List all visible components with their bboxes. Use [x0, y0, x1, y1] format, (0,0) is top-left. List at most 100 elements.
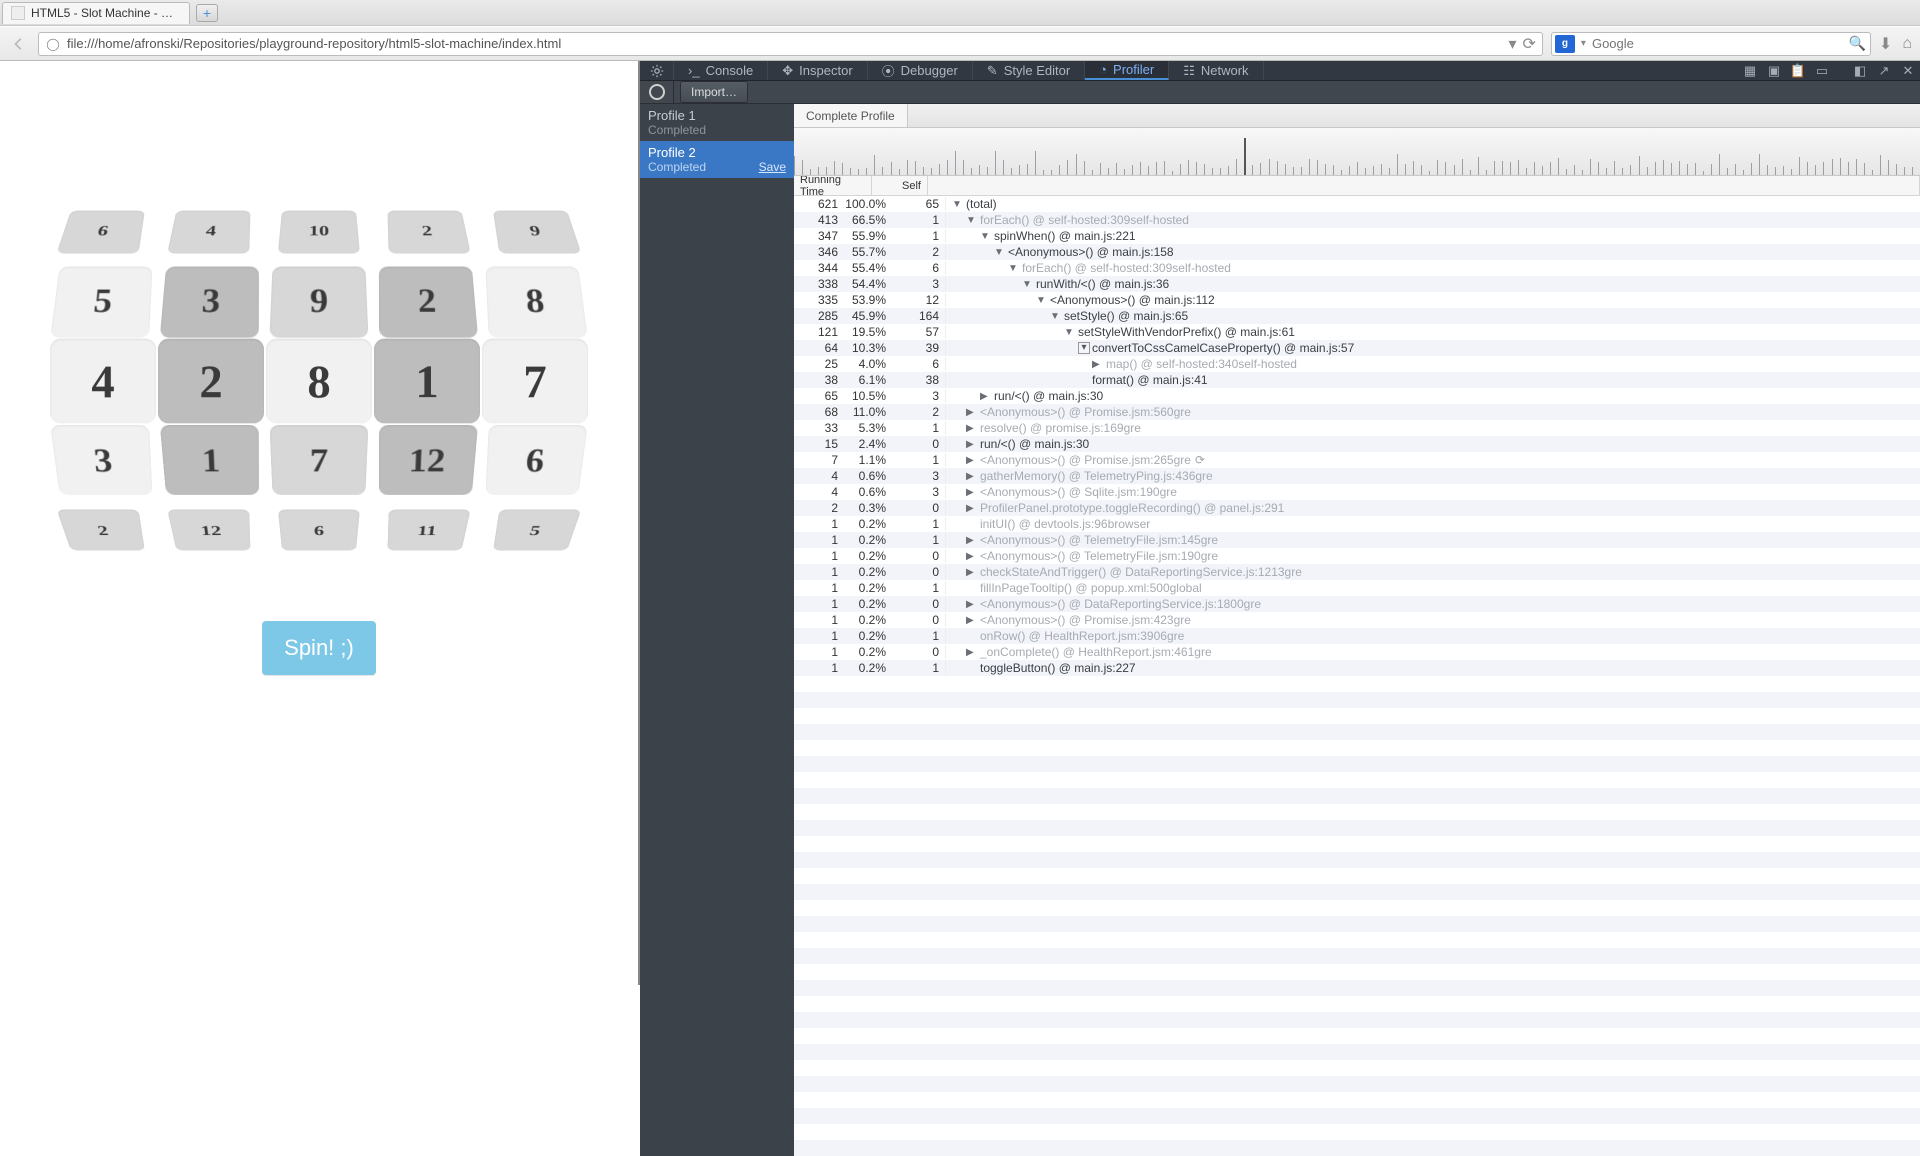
record-button[interactable]: [640, 81, 674, 103]
dock-side-icon[interactable]: ◧: [1848, 61, 1872, 80]
expand-toggle-icon[interactable]: ▼: [1036, 295, 1048, 306]
expand-toggle-icon[interactable]: ▶: [966, 599, 978, 610]
tree-row[interactable]: 10.2%1initUI() @ devtools.js:96 browser: [794, 516, 1920, 532]
expand-toggle-icon[interactable]: ▼: [1022, 279, 1034, 290]
tree-row[interactable]: 34455.4%6▼forEach() @ self-hosted:309 se…: [794, 260, 1920, 276]
expand-toggle-icon[interactable]: ▶: [966, 423, 978, 434]
import-button[interactable]: Import…: [680, 81, 748, 103]
tree-row[interactable]: 34655.7%2▼<Anonymous>() @ main.js:158: [794, 244, 1920, 260]
tree-row[interactable]: 33553.9%12▼<Anonymous>() @ main.js:112: [794, 292, 1920, 308]
url-input[interactable]: [67, 36, 1502, 51]
expand-toggle-icon[interactable]: ▼: [1008, 263, 1020, 274]
tree-row[interactable]: 40.6%3▶<Anonymous>() @ Sqlite.jsm:190 gr…: [794, 484, 1920, 500]
expand-toggle-icon[interactable]: ▼: [966, 215, 978, 226]
expand-toggle-icon[interactable]: ▼: [952, 199, 964, 210]
box-model-icon[interactable]: ▣: [1762, 61, 1786, 80]
tree-row[interactable]: 28545.9%164▼setStyle() @ main.js:65: [794, 308, 1920, 324]
expand-toggle-icon[interactable]: ▼: [980, 231, 992, 242]
slot-card: 7: [482, 339, 588, 424]
reload-icon[interactable]: ⟳: [1523, 34, 1536, 54]
expand-toggle-icon[interactable]: ▶: [966, 551, 978, 562]
tree-row[interactable]: 6811.0%2▶<Anonymous>() @ Promise.jsm:560…: [794, 404, 1920, 420]
tree-row[interactable]: 10.2%0▶_onComplete() @ HealthReport.jsm:…: [794, 644, 1920, 660]
expand-toggle-icon[interactable]: ▶: [966, 615, 978, 626]
expand-toggle-icon[interactable]: ▶: [966, 439, 978, 450]
breadcrumb-item[interactable]: Complete Profile: [794, 104, 908, 127]
download-icon[interactable]: ⬇: [1879, 34, 1892, 54]
home-icon[interactable]: ⌂: [1902, 35, 1912, 53]
tree-row[interactable]: 335.3%1▶resolve() @ promise.js:169 gre: [794, 420, 1920, 436]
tree-row[interactable]: 10.2%0▶<Anonymous>() @ TelemetryFile.jsm…: [794, 548, 1920, 564]
devtools-tab-debugger[interactable]: ⦿Debugger: [868, 61, 973, 80]
tree-row[interactable]: 6410.3%39▾convertToCssCamelCaseProperty(…: [794, 340, 1920, 356]
expand-toggle-icon[interactable]: ▶: [966, 471, 978, 482]
new-tab-button[interactable]: +: [196, 4, 218, 22]
expand-toggle-icon[interactable]: ▶: [966, 503, 978, 514]
call-tree[interactable]: 621100.0%65▼(total)41366.5%1▼forEach() @…: [794, 196, 1920, 1156]
timeline-marker[interactable]: [1244, 138, 1246, 175]
save-profile-link[interactable]: Save: [759, 160, 786, 174]
reload-icon[interactable]: ⟳: [1195, 453, 1205, 467]
expand-toggle-icon[interactable]: ▼: [1064, 327, 1076, 338]
expand-toggle-icon[interactable]: ▶: [980, 391, 992, 402]
expand-toggle-icon[interactable]: ▼: [1050, 311, 1062, 322]
tree-row[interactable]: 41366.5%1▼forEach() @ self-hosted:309 se…: [794, 212, 1920, 228]
tree-row[interactable]: 152.4%0▶run/<() @ main.js:30: [794, 436, 1920, 452]
tree-row[interactable]: 254.0%6▶map() @ self-hosted:340 self-hos…: [794, 356, 1920, 372]
devtools-settings-button[interactable]: [640, 61, 674, 80]
expand-toggle-icon[interactable]: ▶: [966, 407, 978, 418]
dropdown-icon[interactable]: ▾: [1508, 34, 1516, 54]
tree-row[interactable]: 10.2%1toggleButton() @ main.js:227: [794, 660, 1920, 676]
expand-toggle-icon[interactable]: ▶: [966, 647, 978, 658]
tree-row[interactable]: 621100.0%65▼(total): [794, 196, 1920, 212]
source-label: self-hosted: [1238, 357, 1297, 371]
tree-row[interactable]: 10.2%0▶<Anonymous>() @ Promise.jsm:423 g…: [794, 612, 1920, 628]
tree-row[interactable]: 33854.4%3▼runWith/<() @ main.js:36: [794, 276, 1920, 292]
spin-button[interactable]: Spin! ;): [262, 621, 376, 675]
expand-toggle-icon[interactable]: ▶: [1092, 359, 1104, 370]
tree-row[interactable]: 40.6%3▶gatherMemory() @ TelemetryPing.js…: [794, 468, 1920, 484]
tree-row[interactable]: 12119.5%57▼setStyleWithVendorPrefix() @ …: [794, 324, 1920, 340]
running-time-value: 344: [794, 261, 842, 275]
browser-tab[interactable]: HTML5 - Slot Machine - Wojcie…: [2, 2, 190, 24]
tree-row[interactable]: 71.1%1▶<Anonymous>() @ Promise.jsm:265 g…: [794, 452, 1920, 468]
tree-row[interactable]: 10.2%1▶<Anonymous>() @ TelemetryFile.jsm…: [794, 532, 1920, 548]
tree-row[interactable]: 10.2%1onRow() @ HealthReport.jsm:3906 gr…: [794, 628, 1920, 644]
devtools-tab-inspector[interactable]: ✥Inspector: [768, 61, 867, 80]
profile-item[interactable]: Profile 2CompletedSave: [640, 141, 794, 178]
tree-row[interactable]: 20.3%0▶ProfilerPanel.prototype.toggleRec…: [794, 500, 1920, 516]
tree-row[interactable]: 6510.5%3▶run/<() @ main.js:30: [794, 388, 1920, 404]
profiler-timeline[interactable]: [794, 128, 1920, 176]
back-button[interactable]: [8, 33, 30, 55]
devtools-tab-style-editor[interactable]: ✎Style Editor: [973, 61, 1085, 80]
tree-row[interactable]: 10.2%1fillInPageTooltip() @ popup.xml:50…: [794, 580, 1920, 596]
devtools-tab-network[interactable]: ☷Network: [1169, 61, 1263, 80]
paint-icon[interactable]: ▦: [1738, 61, 1762, 80]
expand-toggle-icon[interactable]: ▶: [966, 567, 978, 578]
tree-row[interactable]: 34755.9%1▼spinWhen() @ main.js:221: [794, 228, 1920, 244]
search-icon[interactable]: 🔍: [1848, 35, 1865, 52]
tree-row[interactable]: 386.1%38format() @ main.js:41: [794, 372, 1920, 388]
col-self[interactable]: Self: [872, 176, 928, 195]
focus-toggle-icon[interactable]: ▾: [1078, 342, 1090, 354]
devtools-tab-console[interactable]: ›_Console: [674, 61, 768, 80]
profile-item[interactable]: Profile 1Completed: [640, 104, 794, 141]
expand-toggle-icon[interactable]: ▼: [994, 247, 1006, 258]
tree-row[interactable]: 10.2%0▶<Anonymous>() @ DataReportingServ…: [794, 596, 1920, 612]
col-running-time[interactable]: Running Time: [794, 176, 872, 195]
chevron-down-icon[interactable]: ▾: [1581, 38, 1586, 49]
search-input[interactable]: [1592, 36, 1843, 51]
responsive-icon[interactable]: ▭: [1810, 61, 1834, 80]
tree-row[interactable]: 10.2%0▶checkStateAndTrigger() @ DataRepo…: [794, 564, 1920, 580]
close-icon[interactable]: ✕: [1896, 61, 1920, 80]
search-bar[interactable]: g ▾ 🔍: [1551, 32, 1871, 56]
expand-toggle-icon[interactable]: ▶: [966, 487, 978, 498]
devtools-tab-profiler[interactable]: ◔Profiler: [1085, 61, 1169, 80]
search-engine-badge[interactable]: g: [1555, 35, 1575, 53]
running-time-value: 1: [794, 565, 842, 579]
detach-icon[interactable]: ↗: [1872, 61, 1896, 80]
expand-toggle-icon[interactable]: ▶: [966, 455, 978, 466]
url-bar[interactable]: ◯ ▾ ⟳: [38, 32, 1543, 56]
scratchpad-icon[interactable]: 📋: [1786, 61, 1810, 80]
expand-toggle-icon[interactable]: ▶: [966, 535, 978, 546]
